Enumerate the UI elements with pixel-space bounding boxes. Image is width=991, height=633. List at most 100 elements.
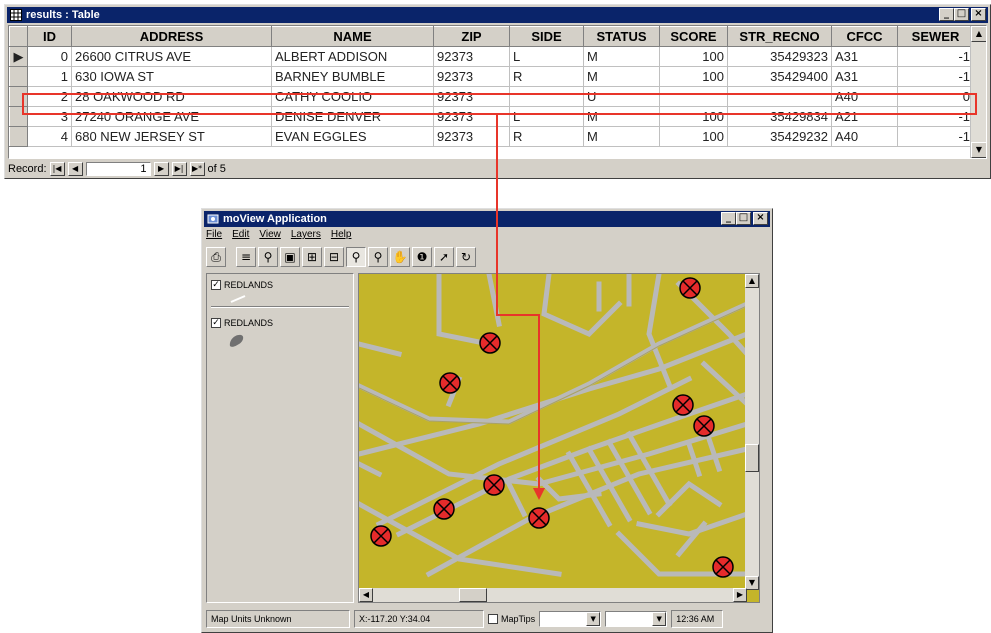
- scroll-right-button[interactable]: ▶: [733, 588, 747, 602]
- cell-zip[interactable]: 92373: [433, 46, 510, 67]
- cell-side[interactable]: R: [509, 66, 584, 87]
- cell-str-recno[interactable]: 35429232: [727, 126, 832, 147]
- scroll-thumb[interactable]: [459, 588, 487, 602]
- next-record-button[interactable]: ▶: [153, 162, 169, 176]
- column-header[interactable]: STATUS: [583, 26, 660, 47]
- zoom-in-icon[interactable]: ⚲: [346, 247, 366, 267]
- cell-name[interactable]: EVAN EGGLES: [271, 126, 434, 147]
- cell-address[interactable]: 680 NEW JERSEY ST: [71, 126, 272, 147]
- zoom-out-icon[interactable]: ⚲: [368, 247, 388, 267]
- cell-status[interactable]: M: [583, 66, 660, 87]
- menu-layers[interactable]: Layers: [291, 229, 321, 240]
- table-titlebar[interactable]: results : Table _ □ ×: [7, 7, 988, 23]
- minimize-button[interactable]: _: [939, 8, 954, 21]
- column-header[interactable]: NAME: [271, 26, 434, 47]
- cell-sewer[interactable]: -1: [897, 126, 974, 147]
- cell-status[interactable]: M: [583, 126, 660, 147]
- scroll-left-button[interactable]: ◀: [359, 588, 373, 602]
- column-header[interactable]: STR_RECNO: [727, 26, 832, 47]
- maptips-field-select[interactable]: ▼: [605, 611, 668, 627]
- close-button[interactable]: ×: [753, 212, 768, 225]
- scroll-up-button[interactable]: ▲: [745, 274, 759, 288]
- cell-score[interactable]: 100: [659, 126, 728, 147]
- cell-status[interactable]: M: [583, 46, 660, 67]
- menu-edit[interactable]: Edit: [232, 229, 249, 240]
- cell-zip[interactable]: 92373: [433, 66, 510, 87]
- cell-cfcc[interactable]: A40: [831, 126, 898, 147]
- cell-score[interactable]: 100: [659, 46, 728, 67]
- table-row[interactable]: 1 630 IOWA ST BARNEY BUMBLE 92373 R M 10…: [9, 66, 974, 87]
- maptips-toggle[interactable]: MapTips: [488, 614, 535, 624]
- chevron-down-icon[interactable]: ▼: [652, 612, 667, 626]
- cell-id[interactable]: 1: [27, 66, 72, 87]
- map-vertical-scrollbar[interactable]: ▲ ▼: [745, 274, 759, 590]
- layer-entry[interactable]: ✓ REDLANDS: [211, 318, 273, 328]
- table-row[interactable]: 4 680 NEW JERSEY ST EVAN EGGLES 92373 R …: [9, 126, 974, 147]
- cell-address[interactable]: 630 IOWA ST: [71, 66, 272, 87]
- table-vertical-scrollbar[interactable]: ▲ ▼: [970, 26, 986, 158]
- scroll-thumb[interactable]: [745, 444, 759, 472]
- cell-id[interactable]: 0: [27, 46, 72, 67]
- layer-visibility-checkbox[interactable]: ✓: [211, 318, 221, 328]
- print-icon[interactable]: ⎙: [206, 247, 226, 267]
- close-button[interactable]: ×: [971, 8, 986, 21]
- remove-layer-icon[interactable]: ⊟: [324, 247, 344, 267]
- cell-name[interactable]: ALBERT ADDISON: [271, 46, 434, 67]
- add-layer-icon[interactable]: ⊞: [302, 247, 322, 267]
- column-header[interactable]: SEWER: [897, 26, 974, 47]
- cell-score[interactable]: 100: [659, 66, 728, 87]
- layer-entry[interactable]: ✓ REDLANDS: [211, 280, 273, 290]
- first-record-button[interactable]: |◀: [49, 162, 65, 176]
- row-selector[interactable]: [9, 66, 28, 87]
- column-header[interactable]: ZIP: [433, 26, 510, 47]
- table-row[interactable]: ▶ 0 26600 CITRUS AVE ALBERT ADDISON 9237…: [9, 46, 974, 67]
- cell-sewer[interactable]: -1: [897, 46, 974, 67]
- menu-help[interactable]: Help: [331, 229, 352, 240]
- map-horizontal-scrollbar[interactable]: ◀ ▶: [359, 588, 747, 602]
- column-header[interactable]: CFCC: [831, 26, 898, 47]
- cell-side[interactable]: R: [509, 126, 584, 147]
- current-record-indicator[interactable]: ▶: [9, 46, 28, 67]
- scroll-down-button[interactable]: ▼: [745, 576, 759, 590]
- cell-str-recno[interactable]: 35429323: [727, 46, 832, 67]
- find-icon[interactable]: ⚲: [258, 247, 278, 267]
- column-header[interactable]: ADDRESS: [71, 26, 272, 47]
- cell-side[interactable]: L: [509, 46, 584, 67]
- layers-icon[interactable]: ≡: [236, 247, 256, 267]
- scroll-up-button[interactable]: ▲: [971, 26, 986, 42]
- cell-sewer[interactable]: -1: [897, 66, 974, 87]
- cell-cfcc[interactable]: A31: [831, 46, 898, 67]
- map-titlebar[interactable]: moView Application _ □ ×: [204, 211, 770, 227]
- last-record-button[interactable]: ▶|: [171, 162, 187, 176]
- cell-address[interactable]: 26600 CITRUS AVE: [71, 46, 272, 67]
- pan-icon[interactable]: ✋: [390, 247, 410, 267]
- menu-view[interactable]: View: [259, 229, 281, 240]
- cell-cfcc[interactable]: A31: [831, 66, 898, 87]
- new-record-button[interactable]: ▶*: [189, 162, 205, 176]
- map-canvas[interactable]: ▲ ▼ ◀ ▶: [358, 273, 760, 603]
- refresh-icon[interactable]: ↻: [456, 247, 476, 267]
- cell-name[interactable]: BARNEY BUMBLE: [271, 66, 434, 87]
- maptips-layer-select[interactable]: ▼: [539, 611, 602, 627]
- row-selector[interactable]: [9, 126, 28, 147]
- column-header[interactable]: ID: [27, 26, 72, 47]
- record-number-input[interactable]: 1: [85, 162, 151, 176]
- cell-str-recno[interactable]: 35429400: [727, 66, 832, 87]
- scroll-down-button[interactable]: ▼: [971, 142, 986, 158]
- minimize-button[interactable]: _: [721, 212, 736, 225]
- extent-icon[interactable]: ▣: [280, 247, 300, 267]
- previous-record-button[interactable]: ◀: [67, 162, 83, 176]
- maximize-button[interactable]: □: [954, 8, 969, 21]
- row-selector-header[interactable]: [9, 26, 28, 47]
- column-header[interactable]: SIDE: [509, 26, 584, 47]
- cell-id[interactable]: 4: [27, 126, 72, 147]
- maptips-checkbox[interactable]: [488, 614, 498, 624]
- menu-file[interactable]: File: [206, 229, 222, 240]
- layer-visibility-checkbox[interactable]: ✓: [211, 280, 221, 290]
- column-header[interactable]: SCORE: [659, 26, 728, 47]
- cell-zip[interactable]: 92373: [433, 126, 510, 147]
- select-icon[interactable]: ➚: [434, 247, 454, 267]
- maximize-button[interactable]: □: [736, 212, 751, 225]
- identify-icon[interactable]: ❶: [412, 247, 432, 267]
- chevron-down-icon[interactable]: ▼: [586, 612, 601, 626]
